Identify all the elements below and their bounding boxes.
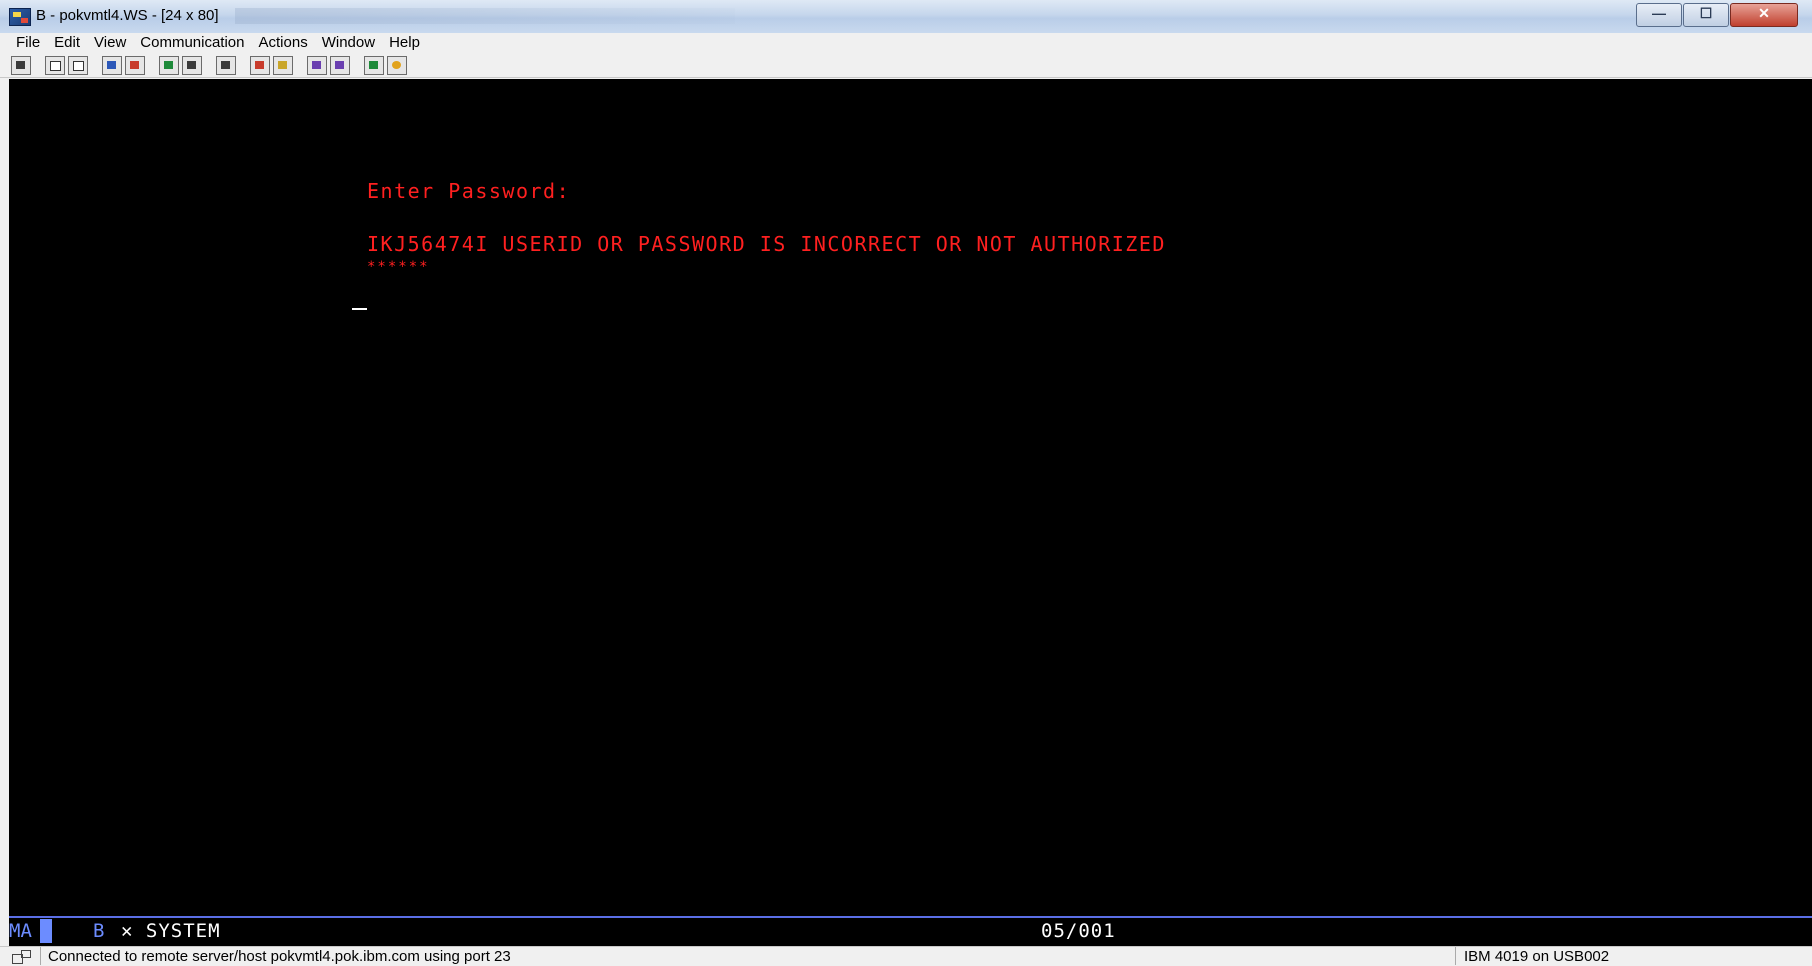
send-file-icon[interactable] [102, 56, 122, 75]
receive-file-icon[interactable] [125, 56, 145, 75]
disconnect-icon[interactable] [273, 56, 293, 75]
mode-block [40, 919, 52, 943]
maximize-button[interactable]: ☐ [1683, 3, 1729, 27]
printer-status: IBM 4019 on USB002 [1455, 947, 1609, 965]
text-cursor [352, 308, 367, 310]
mode-indicator: MA [9, 919, 34, 943]
menu-communication[interactable]: Communication [133, 33, 251, 53]
close-icon: ✕ [1758, 5, 1770, 21]
close-button[interactable]: ✕ [1730, 3, 1798, 27]
error-message: IKJ56474I USERID OR PASSWORD IS INCORREC… [367, 232, 1166, 256]
minimize-icon: — [1652, 5, 1666, 21]
menu-edit[interactable]: Edit [47, 33, 87, 53]
macro-icon[interactable] [216, 56, 236, 75]
toolbar [0, 54, 1812, 78]
pcomm-app-icon[interactable] [9, 8, 31, 26]
record-macro-icon[interactable] [307, 56, 327, 75]
cursor-position: 05/001 [1041, 920, 1116, 942]
copy-icon[interactable] [45, 56, 65, 75]
session-id: B [93, 920, 105, 942]
connection-icon [12, 950, 32, 964]
window-title: B - pokvmtl4.WS - [24 x 80] [36, 7, 219, 24]
window-controls: — ☐ ✕ [1635, 3, 1798, 27]
menu-file[interactable]: File [0, 33, 47, 53]
connection-status: Connected to remote server/host pokvmtl4… [40, 947, 511, 965]
password-prompt: Enter Password: [367, 179, 571, 203]
menu-actions[interactable]: Actions [252, 33, 315, 53]
display-setup-icon[interactable] [159, 56, 179, 75]
paste-icon[interactable] [68, 56, 88, 75]
minimize-button[interactable]: — [1636, 3, 1682, 27]
masked-password: ****** [367, 259, 430, 275]
menu-window[interactable]: Window [315, 33, 382, 53]
menu-bar: File Edit View Communication Actions Win… [0, 33, 1812, 53]
print-screen-icon[interactable] [11, 56, 31, 75]
play-macro-icon[interactable] [330, 56, 350, 75]
title-bar[interactable]: B - pokvmtl4.WS - [24 x 80] — ☐ ✕ [0, 0, 1812, 34]
connect-icon[interactable] [250, 56, 270, 75]
menu-help[interactable]: Help [382, 33, 427, 53]
status-bar: Connected to remote server/host pokvmtl4… [0, 946, 1812, 966]
keyboard-map-icon[interactable] [182, 56, 202, 75]
globe-icon[interactable] [364, 56, 384, 75]
system-indicator: ✕ SYSTEM [121, 920, 221, 942]
menu-view[interactable]: View [87, 33, 133, 53]
title-bar-background-tabs [235, 8, 735, 24]
operator-info-area: MA B ✕ SYSTEM 05/001 [9, 918, 1812, 946]
maximize-icon: ☐ [1699, 5, 1713, 21]
terminal-screen[interactable]: Enter Password: IKJ56474I USERID OR PASS… [9, 79, 1812, 916]
help-icon[interactable] [387, 56, 407, 75]
